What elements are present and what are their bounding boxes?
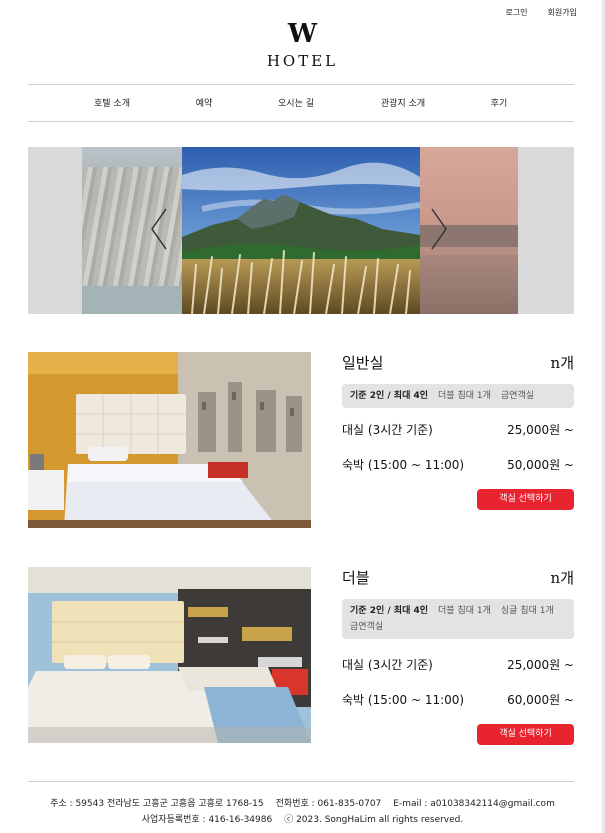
footer-divider (28, 781, 574, 782)
logo[interactable]: W HOTEL (0, 20, 605, 70)
rental-label: 대실 (3시간 기준) (342, 658, 433, 672)
stay-price: 60,000원 ~ (507, 693, 574, 707)
logo-mark: W (287, 19, 318, 49)
room-count: n개 (550, 569, 574, 587)
carousel-prev-button[interactable] (148, 207, 170, 251)
room-tag: 금연객실 (500, 391, 535, 401)
signup-link[interactable]: 회원가입 (548, 7, 577, 18)
footer-contact-line: 주소 : 59543 전라남도 고흥군 고흥읍 고흥로 1768-15 전화번호 … (0, 796, 605, 809)
footer-email: E-mail : a01038342114@gmail.com (393, 799, 555, 809)
nav-top-divider (28, 84, 574, 85)
footer-legal-line: 사업자등록번호 : 416-16-34986 ⓒ 2023. SongHaLim … (0, 812, 605, 825)
room-count: n개 (550, 354, 574, 372)
footer-business-number: 사업자등록번호 : 416-16-34986 (141, 815, 273, 825)
nav-item-attractions[interactable]: 관광지 소개 (381, 96, 425, 109)
room-tags: 기준 2인 / 최대 4인 더블 침대 1개 싱글 침대 1개금연객실 (342, 599, 574, 639)
carousel-next-button[interactable] (428, 207, 450, 251)
rental-label: 대실 (3시간 기준) (342, 423, 433, 437)
chevron-right-icon (431, 208, 447, 250)
room-capacity: 기준 2인 / 최대 4인 (350, 391, 429, 401)
room-capacity: 기준 2인 / 최대 4인 (350, 606, 429, 616)
nav-item-directions[interactable]: 오시는 길 (278, 96, 314, 109)
nav-bottom-divider (28, 121, 574, 122)
room-name: 더블 (342, 569, 370, 587)
room-tag: 더블 침대 1개 (438, 391, 491, 401)
room-photo-double (28, 567, 311, 743)
nav-item-reviews[interactable]: 후기 (491, 96, 508, 109)
room-tags: 기준 2인 / 최대 4인 더블 침대 1개 금연객실 (342, 384, 574, 408)
room-tag: 더블 침대 1개 (438, 606, 491, 616)
footer-phone: 전화번호 : 061-835-0707 (275, 799, 382, 809)
rental-price: 25,000원 ~ (507, 423, 574, 437)
top-links: 로그인 회원가입 (505, 7, 577, 18)
image-carousel (28, 147, 574, 314)
logo-text: HOTEL (266, 52, 339, 70)
room-info-double: 더블 n개 기준 2인 / 최대 4인 더블 침대 1개 싱글 침대 1개 금연객실 … (342, 567, 574, 745)
room-tag: 싱글 침대 1개 (500, 606, 554, 616)
footer-copyright: ⓒ 2023. SongHaLim all rights reserved. (284, 815, 464, 825)
stay-label: 숙박 (15:00 ~ 11:00) (342, 693, 465, 707)
nav-item-reservation[interactable]: 예약 (196, 96, 213, 109)
rental-price: 25,000원 ~ (507, 658, 574, 672)
room-info-standard: 일반실 n개 기준 2인 / 최대 4인 더블 침대 1개 금연객실 대실 (3시간… (342, 352, 574, 528)
footer-address: 주소 : 59543 전라남도 고흥군 고흥읍 고흥로 1768-15 (50, 799, 264, 809)
nav-item-hotel-intro[interactable]: 호텔 소개 (94, 96, 130, 109)
stay-label: 숙박 (15:00 ~ 11:00) (342, 458, 465, 472)
main-nav: 호텔 소개 예약 오시는 길 관광지 소개 후기 (28, 96, 574, 110)
room-name: 일반실 (342, 354, 384, 372)
room-photo-standard (28, 352, 311, 528)
stay-price: 50,000원 ~ (507, 458, 574, 472)
select-room-button[interactable]: 객실 선택하기 (477, 489, 574, 510)
carousel-slide-current (182, 147, 420, 314)
login-link[interactable]: 로그인 (505, 7, 527, 18)
chevron-left-icon (151, 208, 167, 250)
select-room-button[interactable]: 객실 선택하기 (477, 724, 574, 745)
room-tag: 금연객실 (350, 622, 384, 632)
